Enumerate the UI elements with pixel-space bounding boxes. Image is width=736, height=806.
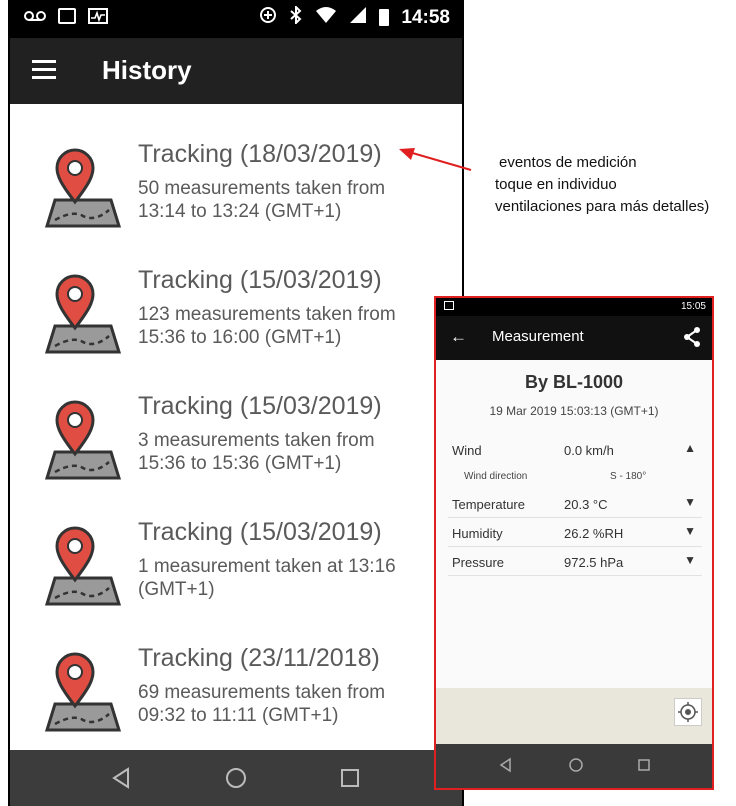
annotation-arrow-icon — [399, 148, 472, 171]
device-name: By BL-1000 — [524, 372, 624, 392]
map-pin-icon — [44, 652, 122, 732]
humidity-value: 26.2 %RH — [564, 526, 624, 541]
chevron-down-icon[interactable]: ▼ — [684, 553, 696, 567]
status-bar: 15:05 — [436, 298, 712, 316]
wifi-icon — [315, 6, 337, 29]
history-item-title: Tracking (15/03/2019) — [138, 518, 382, 546]
page-title: Measurement — [492, 328, 584, 345]
wind-value: 0.0 km/h — [564, 443, 614, 458]
map-pin-icon — [44, 526, 122, 606]
wind-direction-value: S - 180° — [610, 471, 647, 482]
history-item[interactable]: Tracking (23/11/2018) 69 measurements ta… — [10, 628, 462, 753]
nav-recents-icon[interactable] — [636, 757, 652, 773]
locate-button[interactable] — [674, 698, 702, 726]
history-item[interactable]: Tracking (15/03/2019) 1 measurement take… — [10, 502, 462, 627]
history-item-title: Tracking (15/03/2019) — [138, 392, 382, 420]
chevron-up-icon[interactable]: ▲ — [684, 441, 696, 455]
clock: 14:58 — [401, 6, 450, 28]
temperature-row[interactable]: Temperature 20.3 °C ▼ — [448, 490, 702, 518]
history-item-title: Tracking (23/11/2018) — [138, 644, 380, 672]
share-icon[interactable] — [682, 326, 702, 348]
nav-recents-icon[interactable] — [338, 766, 362, 790]
nav-home-icon[interactable] — [568, 757, 584, 773]
app-bar: ← Measurement — [436, 316, 712, 360]
history-item-summary: 3 measurements taken from — [138, 430, 375, 451]
map-pin-icon — [44, 148, 122, 228]
wind-row[interactable]: Wind 0.0 km/h ▲ — [448, 436, 702, 464]
annotation-line: ventilaciones para más detalles) — [495, 198, 710, 215]
history-item-time-range: 09:32 to 11:11 (GMT+1) — [138, 705, 339, 726]
history-item-time-range: 15:36 to 16:00 (GMT+1) — [138, 327, 342, 348]
navigation-bar — [436, 744, 712, 788]
voicemail-icon — [24, 8, 46, 29]
humidity-row[interactable]: Humidity 26.2 %RH ▼ — [448, 519, 702, 547]
annotation-line: toque en individuo — [495, 176, 617, 193]
bluetooth-icon — [289, 4, 303, 29]
nav-home-icon[interactable] — [224, 766, 248, 790]
activity-icon — [88, 8, 108, 29]
history-item-time-range: (GMT+1) — [138, 579, 215, 600]
wind-direction-row: Wind direction S - 180° — [448, 466, 702, 488]
chevron-down-icon[interactable]: ▼ — [684, 524, 696, 538]
signal-icon — [349, 6, 367, 29]
temperature-label: Temperature — [452, 497, 525, 512]
image-icon — [58, 8, 76, 24]
history-item[interactable]: Tracking (15/03/2019) 3 measurements tak… — [10, 376, 462, 501]
pressure-row[interactable]: Pressure 972.5 hPa ▼ — [448, 548, 702, 576]
page-title: History — [102, 55, 192, 85]
clock: 15:05 — [680, 301, 706, 312]
history-item-title: Tracking (18/03/2019) — [138, 140, 382, 168]
app-bar: History — [10, 38, 462, 104]
chevron-down-icon[interactable]: ▼ — [684, 495, 696, 509]
temperature-value: 20.3 °C — [564, 497, 608, 512]
status-bar: 14:58 — [10, 0, 462, 38]
locate-icon — [678, 702, 698, 722]
annotation-text: eventos de medición toque en individuo v… — [495, 152, 709, 218]
battery-icon — [379, 9, 390, 26]
history-item-summary: 123 measurements taken from — [138, 304, 396, 325]
navigation-bar — [10, 750, 462, 806]
annotation-line: eventos de medición — [499, 154, 637, 171]
wind-label: Wind — [452, 443, 482, 458]
history-item[interactable]: Tracking (15/03/2019) 123 measurements t… — [10, 250, 462, 375]
wind-direction-label: Wind direction — [464, 471, 528, 482]
nav-back-icon[interactable] — [110, 766, 134, 790]
menu-icon[interactable] — [32, 60, 56, 80]
back-icon[interactable]: ← — [450, 327, 467, 347]
humidity-label: Humidity — [452, 526, 503, 541]
history-item-time-range: 15:36 to 15:36 (GMT+1) — [138, 453, 342, 474]
activity-icon — [444, 301, 454, 310]
measurement-details: By BL-1000 19 Mar 2019 15:03:13 (GMT+1) … — [436, 360, 712, 688]
pressure-label: Pressure — [452, 555, 505, 570]
map-view[interactable] — [436, 688, 712, 746]
history-item-time-range: 13:14 to 13:24 (GMT+1) — [138, 201, 342, 222]
map-pin-icon — [44, 400, 122, 480]
nav-back-icon[interactable] — [498, 757, 514, 773]
history-screen: 14:58 History Tracking (18/03/2019) 50 m… — [8, 0, 464, 806]
measurement-datetime: 19 Mar 2019 15:03:13 (GMT+1) — [489, 404, 659, 418]
history-item-title: Tracking (15/03/2019) — [138, 266, 382, 294]
data-saver-icon — [259, 6, 277, 29]
history-item-summary: 50 measurements taken from — [138, 178, 386, 199]
map-pin-icon — [44, 274, 122, 354]
history-item-summary: 1 measurement taken at 13:16 — [138, 556, 396, 577]
pressure-value: 972.5 hPa — [564, 555, 624, 570]
history-item-summary: 69 measurements taken from — [138, 682, 386, 703]
measurement-screen: 15:05 ← Measurement By BL-1000 19 Mar 20… — [434, 296, 714, 790]
